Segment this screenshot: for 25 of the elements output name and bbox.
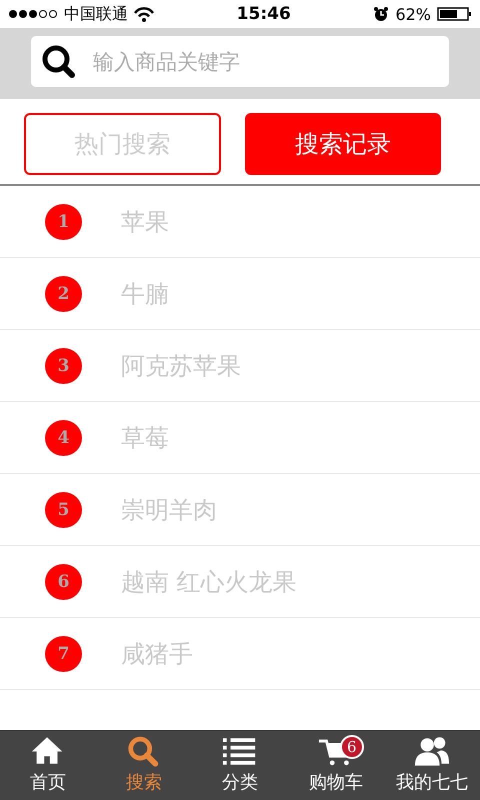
rank-badge: 2: [45, 276, 82, 312]
rank-badge: 7: [45, 636, 82, 672]
clock-time: 15:46: [236, 4, 291, 24]
nav-tab[interactable]: 购物车 6: [288, 731, 384, 800]
count-badge: 6: [340, 735, 364, 759]
rank-badge: 4: [45, 420, 82, 456]
search-bar[interactable]: 输入商品关键字: [31, 36, 449, 87]
signal-icon: [8, 8, 58, 20]
alarm-icon: [373, 6, 390, 22]
list-icon: [222, 735, 258, 767]
people-icon: [414, 735, 450, 767]
battery-icon: [437, 7, 472, 21]
battery-percent: 62%: [395, 4, 431, 24]
search-icon: [41, 44, 77, 80]
rank-badge: 5: [45, 492, 82, 528]
carrier-name: 中国联通: [64, 4, 128, 24]
rank-badge: 1: [45, 204, 82, 240]
tab[interactable]: 搜索记录: [244, 113, 441, 175]
rank-badge: 6: [45, 564, 82, 600]
nav-tab[interactable]: 搜索: [96, 731, 192, 800]
rank-badge: 3: [45, 348, 82, 384]
nav-tab[interactable]: 我的七七: [384, 731, 480, 800]
wifi-icon: [134, 6, 154, 22]
nav-tab[interactable]: 首页: [0, 731, 96, 800]
nav-tab[interactable]: 分类: [192, 731, 288, 800]
